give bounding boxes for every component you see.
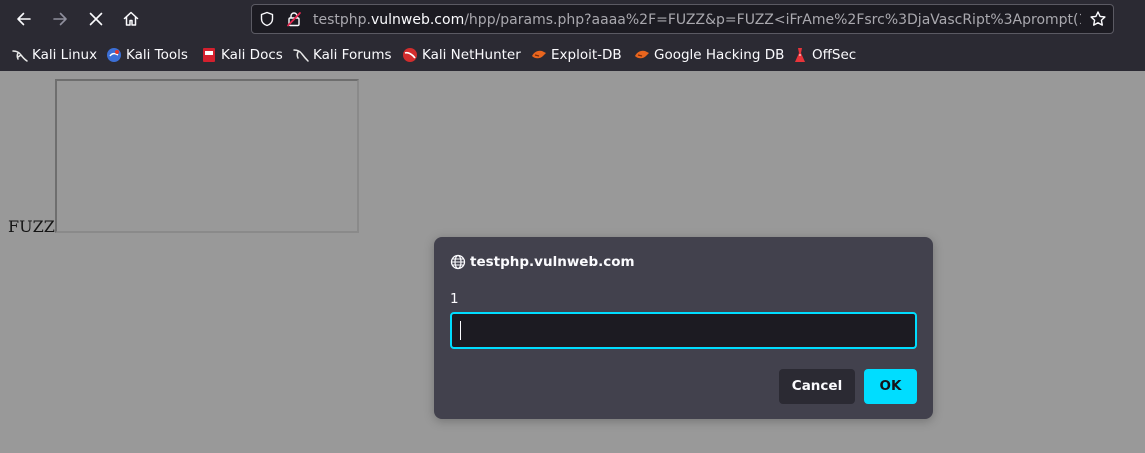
- bookmark-label: Kali Forums: [313, 47, 392, 63]
- dialog-message: 1: [450, 291, 459, 307]
- bookmark-label: Exploit-DB: [551, 47, 622, 63]
- exploit-db-icon: [532, 50, 546, 59]
- bookmark-exploit-db[interactable]: Exploit-DB: [531, 45, 622, 65]
- close-icon: [89, 12, 103, 26]
- insecure-lock-icon[interactable]: [286, 11, 302, 27]
- forward-button[interactable]: [47, 6, 73, 32]
- bookmark-kali-linux[interactable]: Kali Linux: [12, 45, 97, 65]
- url-bar[interactable]: testphp.vulnweb.com/hpp/params.php?aaaa%…: [251, 4, 1114, 34]
- bookmark-star-icon[interactable]: [1089, 10, 1107, 28]
- url-text[interactable]: testphp.vulnweb.com/hpp/params.php?aaaa%…: [313, 11, 1081, 29]
- prompt-dialog: testphp.vulnweb.com 1 Cancel OK: [434, 237, 933, 419]
- bookmark-kali-tools[interactable]: Kali Tools: [106, 45, 188, 65]
- offsec-icon: [795, 48, 805, 62]
- browser-toolbar: testphp.vulnweb.com/hpp/params.php?aaaa%…: [0, 0, 1145, 39]
- url-scheme-host: testphp.: [313, 12, 371, 28]
- home-icon: [123, 11, 139, 26]
- ok-button[interactable]: OK: [864, 369, 917, 404]
- arrow-right-icon: [53, 12, 67, 26]
- back-button[interactable]: [11, 6, 37, 32]
- kali-tools-icon: [107, 48, 121, 62]
- url-path: /hpp/params.php?aaaa%2F=FUZZ&p=FUZZ<iFrA…: [464, 12, 1081, 28]
- nethunter-icon: [403, 48, 417, 62]
- text-caret: [460, 321, 461, 340]
- bookmark-kali-nethunter[interactable]: Kali NetHunter: [402, 45, 521, 65]
- globe-icon: [450, 254, 466, 270]
- bookmark-label: Kali NetHunter: [422, 47, 521, 63]
- home-button[interactable]: [118, 6, 144, 32]
- prompt-input[interactable]: [450, 312, 917, 349]
- exploit-db-icon: [635, 50, 649, 59]
- tracking-shield-icon[interactable]: [259, 11, 275, 27]
- bookmark-kali-docs[interactable]: Kali Docs: [201, 45, 283, 65]
- bookmark-label: Kali Tools: [126, 47, 188, 63]
- bookmark-kali-forums[interactable]: Kali Forums: [293, 45, 392, 65]
- bookmark-label: Kali Linux: [32, 47, 98, 63]
- bookmark-label: OffSec: [812, 47, 857, 63]
- stop-button[interactable]: [83, 6, 109, 32]
- kali-dragon-icon: [12, 50, 28, 62]
- cancel-button[interactable]: Cancel: [779, 369, 855, 404]
- url-host: vulnweb.com: [370, 12, 465, 28]
- dialog-origin: testphp.vulnweb.com: [470, 254, 635, 270]
- bookmark-label: Google Hacking DB: [654, 47, 785, 63]
- bookmark-label: Kali Docs: [221, 47, 283, 63]
- injected-iframe: [55, 79, 359, 233]
- kali-dragon-icon: [293, 49, 309, 62]
- fuzz-text: FUZZ: [8, 217, 55, 236]
- arrow-left-icon: [17, 12, 31, 26]
- bookmark-offsec[interactable]: OffSec: [792, 45, 856, 65]
- bookmark-google-hacking-db[interactable]: Google Hacking DB: [634, 45, 784, 65]
- kali-docs-icon: [203, 48, 215, 62]
- bookmarks-toolbar: Kali Linux Kali Tools Kali Docs Kali For…: [0, 39, 1145, 71]
